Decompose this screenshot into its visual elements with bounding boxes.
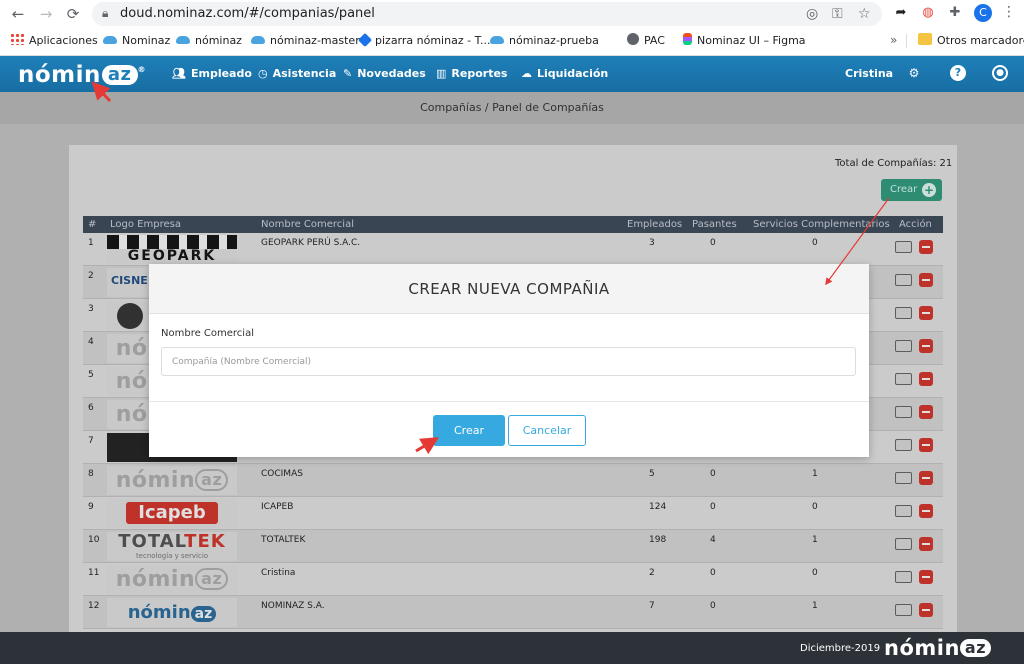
- cloud-icon: [103, 36, 117, 44]
- menu-novedades[interactable]: ✎ Novedades: [343, 67, 426, 80]
- bookmark-nominaz[interactable]: Nominaz: [103, 33, 170, 49]
- modal-divider: [149, 401, 869, 402]
- folder-icon: [918, 33, 932, 45]
- modal-title: CREAR NUEVA COMPAÑIA: [149, 264, 869, 314]
- settings-gears-icon[interactable]: ⚙: [906, 65, 922, 81]
- puzzle-icon[interactable]: ✚: [946, 4, 964, 22]
- cloud-icon: [251, 36, 265, 44]
- help-icon[interactable]: ?: [950, 65, 966, 81]
- modal-create-button[interactable]: Crear: [433, 415, 505, 446]
- user-account-icon[interactable]: ●: [992, 65, 1008, 81]
- bookmark-nominaz-2[interactable]: nóminaz: [176, 33, 242, 49]
- menu-empleado[interactable]: 👥︎ Empleado: [172, 67, 252, 80]
- cloud-icon: [490, 36, 504, 44]
- bookmark-otros-marcadores[interactable]: Otros marcadores: [918, 33, 1024, 49]
- bar-chart-icon: ▥: [436, 67, 447, 80]
- edit-icon: ✎: [343, 67, 353, 80]
- back-arrow-icon[interactable]: ←: [8, 4, 28, 24]
- footer-date: Diciembre-2019: [800, 643, 881, 654]
- profile-avatar[interactable]: C: [974, 4, 992, 22]
- globe-icon: [627, 33, 639, 45]
- bookmark-nominaz-prueba[interactable]: nóminaz-prueba: [490, 33, 599, 49]
- bookmark-nominaz-master[interactable]: nóminaz-master: [251, 33, 360, 49]
- reload-icon[interactable]: ⟳: [63, 4, 83, 24]
- menu-liquidacion[interactable]: ☁ Liquidación: [521, 67, 608, 80]
- browser-chrome: ← → ⟳ 🔒︎ doud.nominaz.com/#/companias/pa…: [0, 0, 1024, 56]
- lock-icon: 🔒︎: [102, 6, 109, 20]
- modal-cancel-button[interactable]: Cancelar: [508, 415, 586, 446]
- header-user-name[interactable]: Cristina: [845, 67, 893, 80]
- bookmark-pac[interactable]: PAC: [627, 33, 665, 49]
- menu-asistencia[interactable]: ◷ Asistencia: [258, 67, 336, 80]
- location-icon[interactable]: ◎: [806, 6, 818, 22]
- menu-reportes[interactable]: ▥ Reportes: [436, 67, 507, 80]
- bookmark-figma[interactable]: Nominaz UI – Figma: [683, 33, 806, 49]
- bookmark-pizarra[interactable]: pizarra nóminaz - T...: [357, 32, 490, 49]
- bookmark-aplicaciones[interactable]: Aplicaciones: [10, 33, 98, 49]
- app-header: nómin az ® 👥︎ Empleado ◷ Asistencia ✎ Novedad…: [0, 56, 1024, 92]
- create-company-modal: CREAR NUEVA COMPAÑIA Nombre Comercial Cr…: [149, 264, 869, 457]
- apps-grid-icon: [10, 33, 24, 45]
- more-options-icon[interactable]: ⋮: [1002, 4, 1016, 20]
- bookmarks-divider: [906, 34, 907, 48]
- key-icon[interactable]: ⚿: [832, 6, 843, 22]
- jira-diamond-icon: [357, 32, 373, 48]
- extension-spiral-icon[interactable]: ◍: [919, 4, 937, 22]
- app-footer: Diciembre-2019 nómin az: [0, 632, 1024, 664]
- app-logo[interactable]: nómin az ®: [18, 62, 146, 88]
- share-arrow-icon[interactable]: ➦: [892, 4, 910, 22]
- bookmarks-overflow[interactable]: »: [890, 33, 897, 47]
- address-row: ← → ⟳ 🔒︎ doud.nominaz.com/#/companias/pa…: [0, 0, 1024, 28]
- address-url[interactable]: doud.nominaz.com/#/companias/panel: [120, 6, 375, 21]
- footer-logo: nómin az: [884, 636, 992, 660]
- cloud-upload-icon: ☁: [521, 67, 532, 80]
- cloud-icon: [176, 36, 190, 44]
- users-icon: 👥︎: [172, 67, 186, 80]
- address-bar[interactable]: 🔒︎ doud.nominaz.com/#/companias/panel ◎ …: [92, 2, 882, 26]
- company-name-input[interactable]: [161, 347, 856, 376]
- clock-icon: ◷: [258, 67, 268, 80]
- forward-arrow-icon[interactable]: →: [36, 4, 56, 24]
- star-icon[interactable]: ☆: [858, 6, 871, 22]
- bookmarks-bar: Aplicaciones Nominaz nóminaz nóminaz-mas…: [0, 30, 1024, 52]
- company-name-label: Nombre Comercial: [161, 328, 254, 339]
- figma-icon: [683, 33, 692, 45]
